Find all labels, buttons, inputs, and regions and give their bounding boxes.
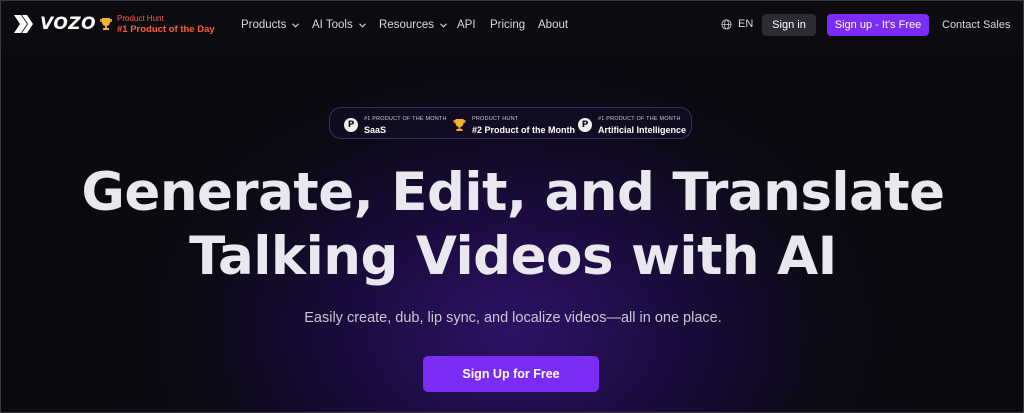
nav-item-api-label: API [457, 19, 476, 31]
contact-sales-link[interactable]: Contact Sales [942, 19, 1010, 31]
sign-up-free-button[interactable]: Sign Up for Free [423, 356, 599, 392]
award-product-hunt-caption: PRODUCT HUNT [472, 116, 519, 122]
sign-in-button[interactable]: Sign in [762, 14, 816, 36]
nav-item-ai-tools[interactable]: AI Tools [312, 1, 366, 49]
product-hunt-badge-icon: P [344, 117, 358, 132]
nav-item-products[interactable]: Products [241, 1, 300, 49]
product-hunt-rank: #1 Product of the Day [117, 24, 215, 35]
nav-item-pricing-label: Pricing [490, 19, 526, 31]
award-ai: P #1 PRODUCT OF THE MONTH Artificial Int… [578, 114, 686, 135]
award-ai-title: Artificial Intelligence [598, 125, 687, 135]
chevron-down-icon [292, 22, 300, 28]
nav-item-resources[interactable]: Resources [379, 1, 447, 49]
hero-title-line1: Generate, Edit, and Translate [81, 162, 945, 223]
globe-icon[interactable] [721, 19, 732, 30]
chevron-down-icon [440, 22, 447, 28]
sign-up-button[interactable]: Sign up - It's Free [827, 14, 929, 36]
nav-item-ai-tools-label: AI Tools [312, 19, 353, 31]
nav-item-resources-label: Resources [379, 19, 434, 31]
top-nav: VOZO Product Hunt #1 Product of the Day … [1, 1, 1023, 49]
hero-title: Generate, Edit, and Translate Talking Vi… [1, 161, 1023, 289]
nav-item-pricing[interactable]: Pricing [490, 1, 525, 49]
nav-item-about-label: About [538, 19, 569, 31]
logo-text: VOZO [40, 14, 97, 34]
hero-subtitle: Easily create, dub, lip sync, and locali… [304, 310, 722, 326]
language-selector[interactable]: EN [738, 18, 753, 30]
hero-title-line2: Talking Videos with AI [189, 226, 837, 287]
trophy-icon [453, 118, 466, 131]
award-product-hunt-title: #2 Product of the Month [472, 125, 575, 135]
product-hunt-label: Product Hunt [117, 14, 164, 23]
nav-item-about[interactable]: About [538, 1, 568, 49]
award-saas-title: SaaS [364, 125, 387, 135]
page: VOZO Product Hunt #1 Product of the Day … [0, 0, 1024, 413]
vozo-logo[interactable]: VOZO [14, 13, 96, 35]
chevron-down-icon [358, 22, 366, 28]
award-product-of-month: PRODUCT HUNT #2 Product of the Month [453, 114, 575, 135]
award-saas-caption: #1 PRODUCT OF THE MONTH [364, 116, 447, 122]
nav-item-products-label: Products [241, 19, 287, 31]
award-ai-caption: #1 PRODUCT OF THE MONTH [598, 116, 681, 122]
trophy-icon [100, 18, 112, 30]
awards-badge-bar: P #1 PRODUCT OF THE MONTH SaaS PRODUCT H… [329, 107, 692, 139]
nav-item-api[interactable]: API [457, 1, 476, 49]
award-saas: P #1 PRODUCT OF THE MONTH SaaS [344, 114, 447, 135]
vozo-logo-icon [14, 15, 33, 33]
product-hunt-badge-icon: P [578, 117, 592, 132]
product-hunt-badge[interactable]: Product Hunt #1 Product of the Day [100, 13, 215, 35]
